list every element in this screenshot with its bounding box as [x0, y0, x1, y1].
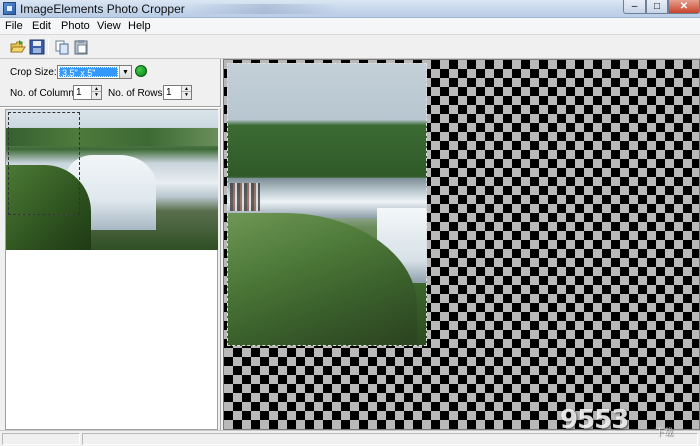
toolbar — [0, 35, 700, 59]
open-icon — [10, 40, 26, 53]
crop-frame — [227, 63, 427, 346]
status-indicator-icon — [135, 65, 147, 77]
columns-stepper[interactable]: 1 ▲ ▼ — [73, 85, 102, 100]
rows-spin-buttons[interactable]: ▲ ▼ — [181, 86, 191, 99]
close-button[interactable]: ✕ — [668, 0, 700, 14]
menu-photo[interactable]: Photo — [61, 20, 90, 32]
paste-button[interactable] — [72, 38, 90, 56]
menu-help[interactable]: Help — [128, 20, 151, 32]
thumbnail-panel — [5, 109, 218, 430]
chevron-down-icon[interactable]: ▼ — [119, 66, 131, 78]
window-title: ImageElements Photo Cropper — [20, 2, 185, 16]
paste-icon — [74, 40, 88, 55]
copy-button[interactable] — [53, 38, 71, 56]
watermark-logo: 9553 — [560, 405, 629, 435]
rows-stepper[interactable]: 1 ▲ ▼ — [163, 85, 192, 100]
save-button[interactable] — [28, 38, 46, 56]
spin-down-icon[interactable]: ▼ — [182, 92, 191, 98]
crop-preview-canvas[interactable] — [223, 59, 700, 430]
crop-size-label: Crop Size: — [10, 67, 57, 78]
maximize-button[interactable]: □ — [646, 0, 668, 14]
panel-divider — [0, 106, 221, 108]
title-blur — [190, 4, 340, 14]
spin-down-icon[interactable]: ▼ — [92, 92, 101, 98]
rows-label: No. of Rows: — [108, 88, 166, 99]
rows-value: 1 — [166, 87, 172, 98]
columns-value: 1 — [76, 87, 82, 98]
menu-bar: File Edit Photo View Help — [0, 18, 700, 35]
watermark-sub: 下载 — [655, 427, 674, 437]
copy-icon — [55, 40, 69, 55]
menu-file[interactable]: File — [5, 20, 23, 32]
menu-view[interactable]: View — [97, 20, 121, 32]
crop-size-value: 3.5" x 5" — [59, 67, 118, 78]
source-thumbnail[interactable] — [6, 110, 218, 250]
crop-selection-rect[interactable] — [8, 112, 80, 215]
left-panel: Crop Size: 3.5" x 5" ▼ No. of Columns: 1… — [0, 59, 221, 430]
open-button[interactable] — [9, 38, 27, 56]
columns-spin-buttons[interactable]: ▲ ▼ — [91, 86, 101, 99]
app-icon — [3, 2, 16, 15]
menu-edit[interactable]: Edit — [32, 20, 51, 32]
title-bar: ImageElements Photo Cropper – □ ✕ — [0, 0, 700, 18]
save-icon — [29, 39, 45, 55]
toolbar-separator — [48, 39, 49, 55]
columns-label: No. of Columns: — [10, 88, 82, 99]
minimize-button[interactable]: – — [623, 0, 646, 14]
status-pane-1 — [2, 433, 80, 445]
crop-size-select[interactable]: 3.5" x 5" ▼ — [57, 65, 132, 79]
